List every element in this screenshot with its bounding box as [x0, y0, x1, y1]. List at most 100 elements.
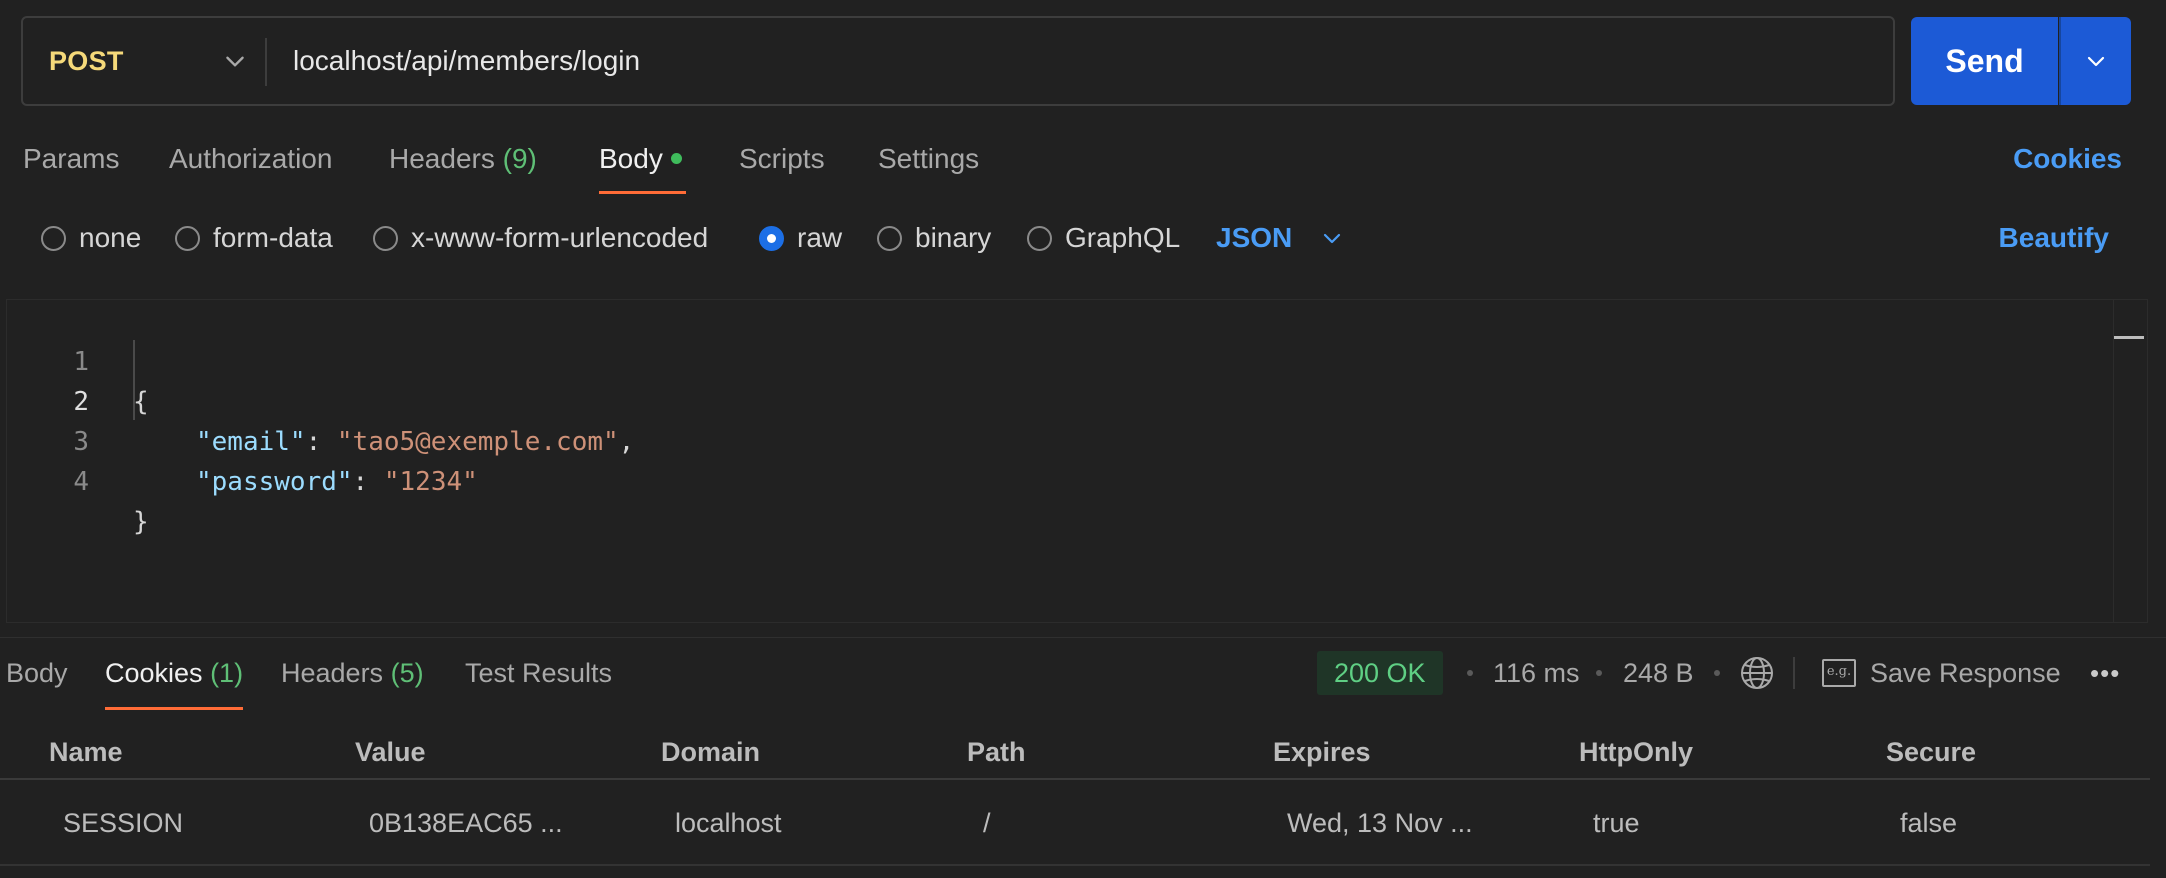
radio-label: none [79, 222, 142, 253]
radio-label: form-data [213, 222, 333, 253]
tab-scripts[interactable]: Scripts [739, 134, 825, 194]
send-button[interactable]: Send [1911, 17, 2058, 105]
cookies-link[interactable]: Cookies [2013, 134, 2122, 184]
radio-button[interactable] [877, 225, 902, 251]
tab-label: Scripts [739, 143, 825, 174]
tab-count: (9) [502, 143, 537, 174]
json-punct: : [352, 467, 384, 497]
save-response-button[interactable]: Save Response [1870, 651, 2061, 695]
json-key: "password" [196, 467, 353, 497]
divider [265, 38, 267, 86]
tab-label: Settings [878, 143, 980, 174]
pane-divider[interactable] [0, 637, 2166, 638]
radio-button[interactable] [373, 225, 398, 251]
cookie-expires[interactable]: Wed, 13 Nov ... [1287, 790, 1487, 856]
body-type-raw[interactable]: raw [759, 212, 842, 264]
body-type-urlencoded[interactable]: x-www-form-urlencoded [373, 212, 708, 264]
tab-label: Headers [389, 143, 495, 174]
divider [1793, 657, 1795, 689]
chevron-down-icon[interactable] [222, 48, 248, 74]
code-line: 1 { [7, 302, 2107, 417]
request-tabs: Params Authorization Headers (9) Body Sc… [0, 134, 2166, 194]
code-line: 3 "password": "1234" [7, 382, 2107, 497]
body-type-graphql[interactable]: GraphQL [1027, 212, 1180, 264]
tab-label: Body [599, 143, 663, 174]
example-icon[interactable]: e.g. [1822, 659, 1856, 687]
response-tab-body[interactable]: Body [6, 648, 68, 710]
radio-label: x-www-form-urlencoded [411, 222, 709, 253]
more-options-icon[interactable]: ••• [2090, 651, 2120, 695]
active-tab-underline [105, 707, 244, 710]
status-badge[interactable]: 200 OK [1317, 651, 1443, 695]
cookie-domain: localhost [675, 808, 782, 838]
column-header-value: Value [355, 737, 426, 767]
radio-button[interactable] [1027, 225, 1052, 251]
column-header-expires: Expires [1273, 737, 1371, 767]
column-header-httponly: HttpOnly [1579, 737, 1693, 767]
tab-label: Params [23, 143, 120, 174]
body-type-selector: none form-data x-www-form-urlencoded raw… [0, 212, 2166, 264]
response-tab-test-results[interactable]: Test Results [465, 648, 612, 710]
tab-headers[interactable]: Headers (9) [389, 134, 537, 194]
tab-label: Test Results [465, 658, 613, 688]
column-header-secure: Secure [1886, 737, 1977, 767]
url-input[interactable] [293, 18, 1853, 104]
column-header-domain: Domain [661, 737, 761, 767]
cookie-path: / [983, 808, 991, 838]
tab-params[interactable]: Params [23, 134, 119, 194]
tab-count: (5) [390, 658, 424, 688]
tab-settings[interactable]: Settings [878, 134, 979, 194]
radio-label: raw [797, 222, 843, 253]
cookies-table-header: Name Value Domain Path Expires HttpOnly … [0, 732, 2150, 780]
table-row[interactable]: SESSION 0B138EAC65 ... localhost / Wed, … [0, 790, 2150, 866]
code-text: "password": "1234" [196, 462, 478, 502]
code-line: 2 "email": "tao5@exemple.com", [7, 342, 2107, 457]
column-header-name: Name [49, 737, 123, 767]
code-text: } [133, 507, 149, 537]
tab-body[interactable]: Body [599, 134, 686, 194]
chevron-down-icon [1324, 233, 1341, 244]
tab-label: Headers [281, 658, 384, 688]
raw-language-select[interactable]: JSON [1216, 212, 1344, 264]
response-tab-cookies[interactable]: Cookies (1) [105, 648, 244, 710]
tab-label: Body [6, 658, 68, 688]
separator-dot [1714, 670, 1720, 676]
cookie-value[interactable]: 0B138EAC65 ... [369, 790, 569, 856]
body-code-editor[interactable]: 1 { 2 "email": "tao5@exemple.com", 3 "pa… [6, 299, 2148, 623]
editor-minimap[interactable] [2113, 300, 2147, 622]
active-tab-underline [599, 191, 686, 194]
code-line: 4 } [7, 422, 2107, 537]
separator-dot [1596, 670, 1602, 676]
radio-label: GraphQL [1065, 222, 1181, 253]
column-header-path: Path [967, 737, 1026, 767]
chevron-down-icon [2087, 56, 2105, 67]
indent-guide [133, 340, 135, 420]
tab-label: Cookies [105, 658, 203, 688]
tab-count: (1) [210, 658, 244, 688]
response-size[interactable]: 248 B [1623, 651, 1694, 695]
separator-dot [1467, 670, 1473, 676]
line-number: 4 [73, 467, 89, 497]
minimap-marker [2114, 336, 2144, 339]
modified-indicator [670, 153, 682, 164]
beautify-button[interactable]: Beautify [1999, 212, 2109, 264]
body-type-binary[interactable]: binary [877, 212, 991, 264]
json-value: "1234" [383, 467, 478, 497]
radio-button[interactable] [41, 225, 66, 251]
method-select[interactable]: POST [49, 18, 124, 104]
tab-authorization[interactable]: Authorization [169, 134, 332, 194]
tab-label: Authorization [169, 143, 333, 174]
response-time[interactable]: 116 ms [1493, 651, 1580, 695]
radio-button-selected[interactable] [759, 225, 784, 251]
body-type-none[interactable]: none [41, 212, 141, 264]
cookie-secure: false [1900, 808, 1958, 838]
response-tab-headers[interactable]: Headers (5) [281, 648, 424, 710]
raw-language-label: JSON [1216, 222, 1293, 253]
body-type-form-data[interactable]: form-data [175, 212, 333, 264]
cookie-httponly: true [1593, 808, 1640, 838]
url-bar: POST [21, 16, 1895, 106]
send-options-button[interactable] [2059, 17, 2131, 105]
globe-icon[interactable] [1739, 655, 1775, 691]
radio-button[interactable] [175, 225, 200, 251]
cookie-name: SESSION [63, 808, 184, 838]
